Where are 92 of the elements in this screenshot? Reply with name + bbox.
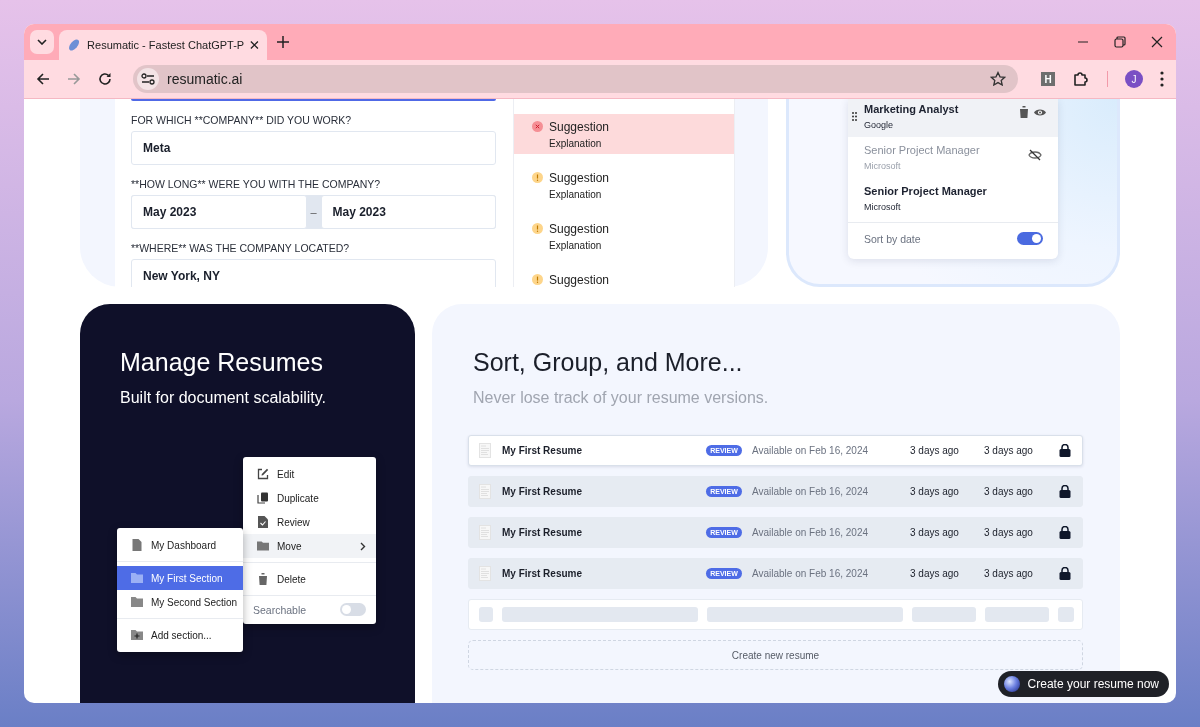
lock-icon (1059, 567, 1071, 580)
card-title: Sort, Group, and More... (473, 348, 744, 377)
star-icon[interactable] (990, 71, 1006, 87)
menu-icon[interactable] (1160, 71, 1164, 87)
menu-item[interactable]: Move (243, 534, 376, 558)
toggle-label: Sort by date (864, 232, 921, 245)
eye-slash-icon[interactable] (1028, 149, 1042, 161)
restore-icon[interactable] (1114, 36, 1126, 48)
document-check-icon (257, 516, 269, 528)
menu-item[interactable]: Edit (243, 462, 376, 486)
updated-time: 3 days ago (984, 445, 1034, 456)
error-icon (532, 121, 543, 132)
range-separator: – (309, 205, 318, 220)
leaf-icon (67, 37, 82, 53)
created-time: 3 days ago (910, 527, 960, 538)
input-field[interactable]: May 2023 (320, 195, 496, 229)
close-icon[interactable] (250, 40, 259, 50)
created-time: 3 days ago (910, 568, 960, 579)
resume-name: My First Resume (502, 527, 584, 538)
card-subtitle: Never lose track of your resume versions. (473, 389, 770, 407)
created-time: 3 days ago (910, 486, 960, 497)
lock-icon (1059, 485, 1071, 498)
resume-name: My First Resume (502, 486, 584, 497)
experience-item[interactable]: Senior Project Manager Microsoft (848, 178, 1058, 219)
field-label: **WHERE** WAS THE COMPANY LOCATED? (131, 242, 351, 254)
profile-avatar[interactable]: J (1125, 70, 1143, 88)
folder-icon (131, 573, 143, 583)
document-thumbnail-icon (479, 443, 491, 458)
trash-icon[interactable] (1019, 106, 1029, 118)
extension-button[interactable]: H (1041, 72, 1055, 86)
close-icon[interactable] (1151, 36, 1163, 48)
trash-icon (257, 573, 269, 585)
menu-item[interactable]: My First Section (117, 566, 243, 590)
menu-item[interactable]: Review (243, 510, 376, 534)
orb-icon (1003, 676, 1020, 692)
availability-text: Available on Feb 16, 2024 (752, 568, 869, 579)
availability-text: Available on Feb 16, 2024 (752, 486, 869, 497)
chevron-right-icon (360, 541, 366, 551)
resume-name: My First Resume (502, 568, 584, 579)
browser-tab[interactable]: Resumatic - Fastest ChatGPT-P (59, 30, 267, 60)
puzzle-icon[interactable] (1072, 70, 1090, 88)
create-resume-cta[interactable]: Create your resume now (997, 671, 1169, 697)
create-resume-button[interactable]: Create new resume (468, 640, 1083, 670)
url-text: resumatic.ai (167, 71, 243, 87)
warning-icon (532, 274, 543, 285)
input-field[interactable]: Meta (131, 131, 496, 165)
input-field[interactable]: May 2023 (131, 195, 307, 229)
add-folder-icon (131, 630, 143, 640)
new-tab-icon[interactable] (277, 36, 289, 48)
back-icon[interactable] (36, 72, 50, 86)
warning-icon (532, 172, 543, 183)
suggestion-item[interactable]: Suggestion Explanation (514, 216, 734, 256)
updated-time: 3 days ago (984, 568, 1034, 579)
suggestion-item[interactable]: Suggestion (514, 267, 734, 287)
menu-item[interactable]: My Dashboard (117, 533, 243, 557)
input-field[interactable]: New York, NY (131, 259, 496, 287)
menu-item[interactable]: Delete (243, 567, 376, 591)
suggestion-item[interactable]: Suggestion Explanation (514, 114, 734, 154)
updated-time: 3 days ago (984, 486, 1034, 497)
copy-icon (257, 492, 269, 504)
created-time: 3 days ago (910, 445, 960, 456)
updated-time: 3 days ago (984, 527, 1034, 538)
warning-icon (532, 223, 543, 234)
chevron-down-icon (37, 39, 47, 45)
site-settings-icon[interactable] (137, 68, 159, 90)
menu-item[interactable]: Add section... (117, 623, 243, 647)
toggle-label: Searchable (253, 603, 307, 616)
sort-toggle[interactable] (1017, 232, 1043, 245)
lock-icon (1059, 444, 1071, 457)
resume-name: My First Resume (502, 445, 584, 456)
suggestion-item[interactable]: Suggestion Explanation (514, 165, 734, 205)
card-subtitle: Built for document scalability. (120, 389, 327, 407)
document-icon (131, 539, 143, 551)
reload-icon[interactable] (98, 72, 112, 86)
field-label: FOR WHICH **COMPANY** DID YOU WORK? (131, 114, 353, 126)
tab-title: Resumatic - Fastest ChatGPT-P (87, 39, 245, 51)
experience-item[interactable]: Marketing Analyst Google (848, 99, 1058, 137)
lock-icon (1059, 526, 1071, 539)
availability-text: Available on Feb 16, 2024 (752, 527, 869, 538)
menu-item[interactable]: My Second Section (117, 590, 243, 614)
drag-handle-icon[interactable] (852, 112, 857, 121)
field-label: **HOW LONG** WERE YOU WITH THE COMPANY? (131, 178, 382, 190)
availability-text: Available on Feb 16, 2024 (752, 445, 869, 456)
folder-icon (131, 597, 143, 607)
card-title: Manage Resumes (120, 348, 324, 377)
eye-icon[interactable] (1034, 107, 1046, 117)
folder-icon (257, 541, 269, 551)
tab-list-button[interactable] (30, 30, 54, 54)
menu-item[interactable]: Duplicate (243, 486, 376, 510)
edit-icon (257, 468, 269, 480)
searchable-toggle[interactable] (340, 603, 366, 616)
address-bar[interactable]: resumatic.ai (133, 65, 1018, 93)
